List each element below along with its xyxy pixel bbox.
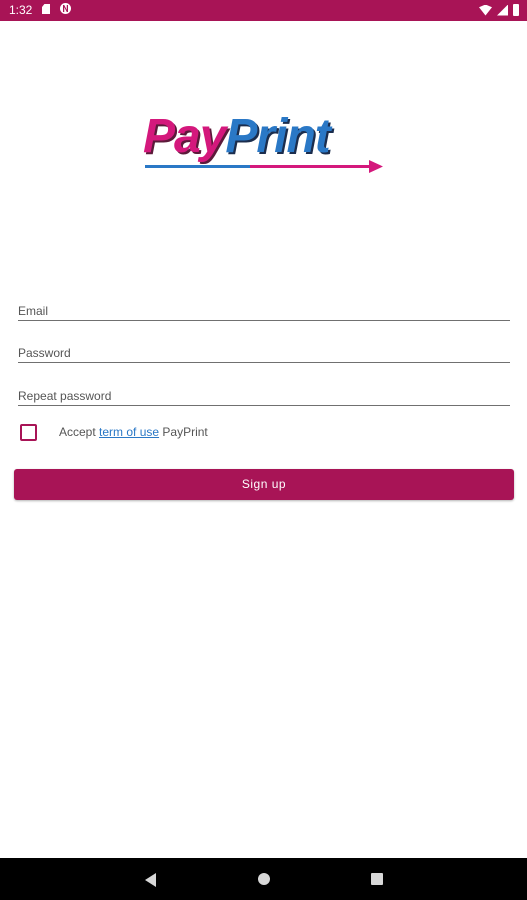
- email-input[interactable]: [18, 304, 510, 318]
- n-notification-icon: [60, 3, 71, 14]
- status-time: 1:32: [9, 3, 33, 17]
- battery-icon: [513, 4, 519, 16]
- logo-pay: Pay: [143, 110, 226, 163]
- terms-checkbox[interactable]: [20, 423, 37, 441]
- back-icon[interactable]: [145, 873, 156, 887]
- sd-card-icon: [42, 4, 50, 14]
- email-field[interactable]: [18, 296, 510, 321]
- password-field[interactable]: [18, 338, 510, 363]
- payprint-logo: PayPrint: [143, 108, 388, 178]
- password-input[interactable]: [18, 346, 510, 360]
- recents-icon[interactable]: [371, 873, 383, 885]
- repeat-password-input[interactable]: [18, 389, 510, 403]
- status-right-icons: [479, 4, 519, 16]
- repeat-password-field[interactable]: [18, 381, 510, 406]
- logo-print: Print: [225, 110, 330, 163]
- home-icon[interactable]: [258, 873, 270, 885]
- signal-icon: [497, 4, 508, 16]
- signup-button[interactable]: Sign up: [14, 469, 514, 500]
- navigation-bar: [0, 858, 527, 900]
- status-bar: 1:32: [0, 0, 527, 21]
- terms-of-use-link[interactable]: term of use: [99, 425, 159, 439]
- signup-screen: 1:32 PayPrint Accept term of use PayPrin…: [0, 0, 527, 900]
- terms-prefix: Accept: [59, 425, 100, 439]
- wifi-icon: [479, 4, 492, 16]
- status-left-icons: [42, 3, 71, 15]
- terms-suffix: PayPrint: [159, 425, 208, 439]
- logo-text: PayPrint: [143, 108, 331, 166]
- terms-label: Accept term of use PayPrint: [59, 425, 208, 439]
- terms-row: Accept term of use PayPrint: [20, 423, 208, 441]
- logo-arrow-icon: [145, 160, 383, 173]
